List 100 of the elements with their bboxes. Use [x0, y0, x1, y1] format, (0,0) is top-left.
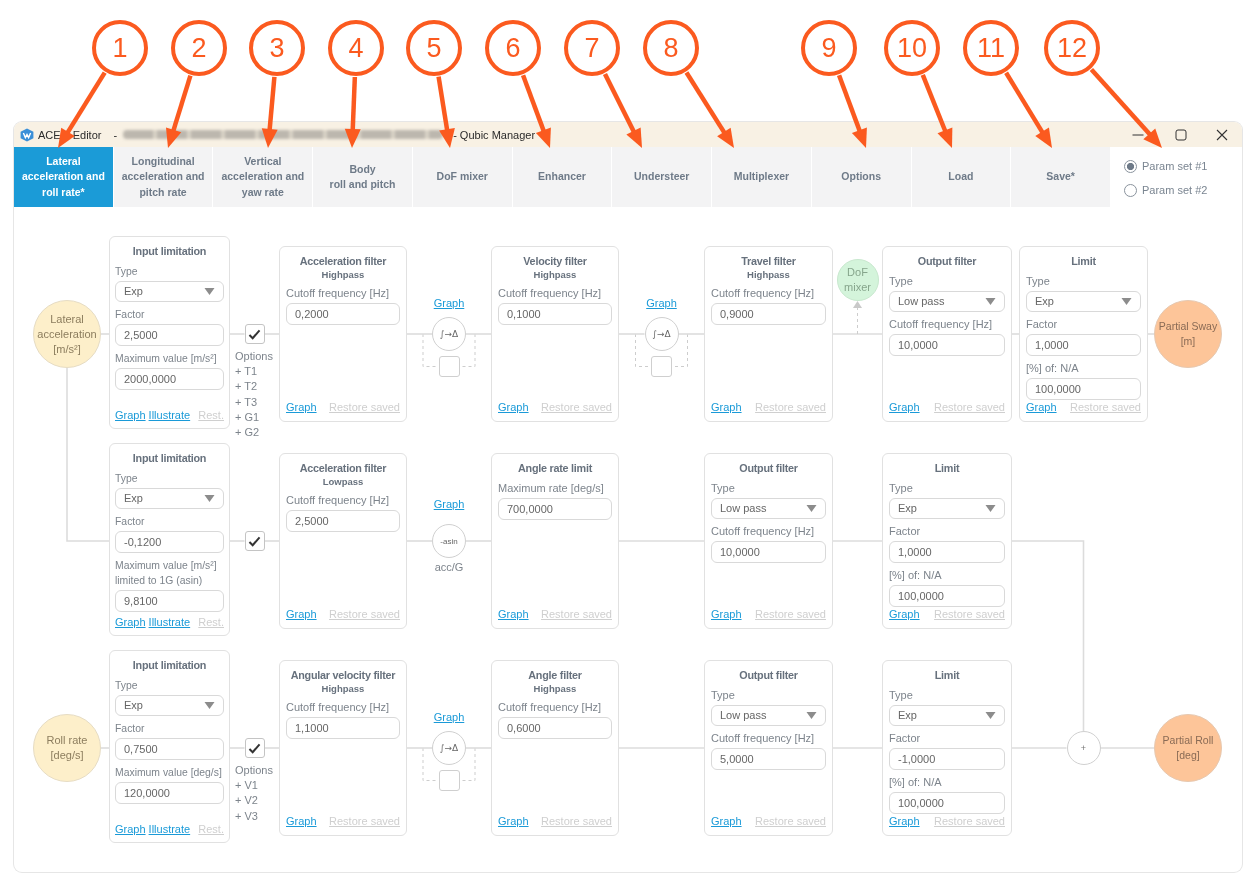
- number-input[interactable]: 2000,0000: [115, 368, 224, 390]
- type-select[interactable]: Exp: [889, 705, 1005, 726]
- integrator-node: ∫→Δ: [432, 731, 466, 765]
- option-item: + T3: [235, 394, 259, 410]
- type-select[interactable]: Exp: [889, 498, 1005, 519]
- options-label: Options: [235, 763, 274, 778]
- card-link[interactable]: Graph: [889, 814, 920, 828]
- number-input[interactable]: 0,7500: [115, 738, 224, 760]
- type-select[interactable]: Exp: [115, 488, 224, 509]
- checkbox[interactable]: [438, 770, 460, 791]
- callout-arrow: [344, 76, 361, 148]
- type-select[interactable]: Low pass: [711, 498, 826, 519]
- number-input[interactable]: -1,0000: [889, 748, 1005, 770]
- integrator-node: ∫→Δ: [644, 317, 679, 351]
- number-input[interactable]: 1,0000: [1026, 334, 1141, 356]
- graph-link[interactable]: Graph: [433, 710, 465, 724]
- caret-icon: [204, 495, 215, 502]
- number-input[interactable]: 100,0000: [889, 792, 1005, 814]
- card-link[interactable]: Illustrate: [148, 408, 191, 422]
- card-link[interactable]: Graph: [115, 615, 146, 629]
- number-input[interactable]: 100,0000: [889, 585, 1005, 607]
- number-input[interactable]: 0,6000: [498, 717, 612, 739]
- checkbox[interactable]: [244, 531, 265, 551]
- number-input[interactable]: 5,0000: [711, 748, 826, 770]
- tab[interactable]: Vertical acceleration and yaw rate: [213, 147, 313, 207]
- field-label: Type: [115, 472, 139, 486]
- card-link[interactable]: Graph: [889, 607, 920, 621]
- tab[interactable]: DoF mixer: [412, 147, 512, 207]
- card-link[interactable]: Graph: [889, 400, 920, 414]
- number-input[interactable]: 10,0000: [711, 541, 826, 563]
- type-select[interactable]: Exp: [1026, 291, 1141, 312]
- tab[interactable]: Enhancer: [512, 147, 612, 207]
- caret-icon: [806, 712, 817, 719]
- number-input[interactable]: 1,1000: [286, 717, 400, 739]
- number-input[interactable]: 120,0000: [115, 782, 224, 804]
- tab[interactable]: Longitudinal acceleration and pitch rate: [113, 147, 213, 207]
- number-input[interactable]: 0,2000: [286, 303, 400, 325]
- card-link[interactable]: Graph: [286, 814, 317, 828]
- card-link[interactable]: Graph: [286, 400, 317, 414]
- card-link[interactable]: Illustrate: [148, 615, 191, 629]
- graph-link[interactable]: Graph: [646, 296, 677, 310]
- type-select[interactable]: Low pass: [711, 705, 826, 726]
- tab[interactable]: Body roll and pitch: [313, 147, 412, 207]
- type-select[interactable]: Exp: [115, 281, 224, 302]
- number-input[interactable]: 10,0000: [889, 334, 1005, 356]
- number-input[interactable]: 0,1000: [498, 303, 612, 325]
- tab[interactable]: Save*: [1011, 147, 1110, 207]
- type-select[interactable]: Low pass: [889, 291, 1005, 312]
- field-label: Type: [889, 688, 914, 703]
- card-link[interactable]: Graph: [711, 814, 742, 828]
- integrator-node: ∫→Δ: [432, 317, 466, 351]
- minimize-icon[interactable]: [1132, 133, 1144, 136]
- callout-marker: 4: [328, 20, 384, 76]
- graph-link[interactable]: Graph: [433, 497, 465, 511]
- card-link[interactable]: Graph: [115, 822, 146, 836]
- radio-option[interactable]: Param set #1: [1124, 157, 1242, 175]
- card-link[interactable]: Graph: [711, 607, 742, 621]
- type-select[interactable]: Exp: [115, 695, 224, 716]
- number-input[interactable]: 0,9000: [711, 303, 826, 325]
- card-title: Acceleration filter: [298, 254, 388, 269]
- card-link[interactable]: Graph: [711, 400, 742, 414]
- number-input[interactable]: 1,0000: [889, 541, 1005, 563]
- tab[interactable]: Multiplexer: [712, 147, 811, 207]
- number-input[interactable]: 2,5000: [115, 324, 224, 346]
- card-title: Velocity filter: [522, 254, 588, 269]
- number-input[interactable]: 9,8100: [115, 590, 224, 612]
- maximize-icon[interactable]: [1175, 128, 1187, 141]
- option-item: + T2: [235, 379, 259, 395]
- number-input[interactable]: 700,0000: [498, 498, 612, 520]
- checkbox[interactable]: [651, 356, 672, 377]
- card-subtitle: Highpass: [532, 269, 578, 281]
- card-subtitle: Lowpass: [321, 476, 365, 488]
- checkmark-icon: [248, 328, 261, 340]
- caret-icon: [204, 288, 215, 295]
- card-link[interactable]: Graph: [498, 814, 529, 828]
- callout-marker: 1: [92, 20, 148, 76]
- field-label: Cutoff frequency [Hz]: [498, 700, 603, 715]
- checkbox[interactable]: [244, 738, 265, 758]
- card-link[interactable]: Illustrate: [148, 822, 191, 836]
- tab[interactable]: Load: [911, 147, 1011, 207]
- caret-icon: [1121, 298, 1132, 305]
- number-input[interactable]: -0,1200: [115, 531, 224, 553]
- number-input[interactable]: 2,5000: [286, 510, 400, 532]
- close-icon[interactable]: [1216, 128, 1228, 141]
- checkbox[interactable]: [244, 324, 265, 344]
- graph-link[interactable]: Graph: [433, 296, 465, 310]
- radio-option[interactable]: Param set #2: [1124, 181, 1242, 199]
- card-link[interactable]: Graph: [286, 607, 317, 621]
- field-label: Type: [889, 274, 914, 289]
- field-label: Type: [889, 481, 914, 496]
- tab[interactable]: Lateral acceleration and roll rate*: [14, 147, 113, 207]
- tab[interactable]: Understeer: [612, 147, 712, 207]
- card-link[interactable]: Graph: [498, 607, 529, 621]
- callout-arrow: [436, 76, 455, 148]
- card-link[interactable]: Graph: [1026, 400, 1057, 414]
- checkbox[interactable]: [438, 356, 460, 377]
- number-input[interactable]: 100,0000: [1026, 378, 1141, 400]
- card-link[interactable]: Graph: [498, 400, 529, 414]
- tab[interactable]: Options: [811, 147, 911, 207]
- card-link[interactable]: Graph: [115, 408, 146, 422]
